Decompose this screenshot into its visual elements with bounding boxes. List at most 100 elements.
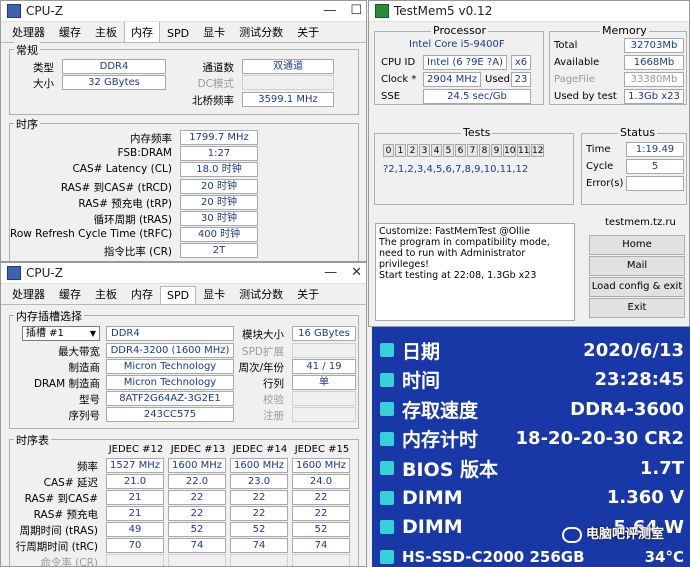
checksum-value (292, 391, 356, 406)
timing-table-group: 时序表 JEDEC #12 JEDEC #13 JEDEC #14 JEDEC #15… (9, 432, 359, 566)
size-label: 大小 (33, 78, 54, 90)
used-by-test-label: Used by test (554, 91, 617, 102)
exit-button[interactable]: Exit (589, 298, 685, 318)
group-label: 时序表 (14, 432, 51, 448)
cpu-id-label: CPU ID (381, 57, 416, 68)
table-cell: 22 (168, 506, 226, 521)
monitor-row: DIMM 1.360 V (372, 483, 690, 513)
nb-freq-value: 3599.1 MHz (242, 92, 334, 107)
testmem-window: TestMem5 v0.12 Processor Intel Core i5-9… (368, 0, 690, 327)
monitor-value: DDR4-3600 (570, 398, 684, 420)
cycle-label: Cycle (586, 161, 614, 172)
sse-label: SSE (381, 91, 401, 102)
table-cell: 22 (230, 506, 288, 521)
slot-group: 内存插槽选择 插槽 #1 ▼ DDR4 模块大小 16 GBytes 最大带宽 … (9, 308, 359, 429)
table-cell: 74 (230, 538, 288, 553)
max-bandwidth-label: 最大带宽 (58, 346, 100, 358)
minimize-button[interactable]: — (323, 3, 336, 18)
week-year-value: 41 / 19 (292, 359, 356, 374)
tab-7[interactable]: 关于 (290, 283, 326, 304)
tab-4[interactable]: SPD (160, 286, 197, 304)
timing-label: CAS# Latency (CL) (72, 163, 172, 176)
timing-value: 20 时钟 (180, 194, 258, 210)
timing-label: 内存频率 (130, 133, 172, 145)
manufacturer-value: Micron Technology (106, 359, 234, 374)
test-number: 0 (383, 144, 394, 157)
slot-select[interactable]: 插槽 #1 ▼ (22, 326, 100, 341)
table-cell: 22.0 (168, 474, 226, 489)
table-cell: 74 (168, 538, 226, 553)
disk-icon (380, 549, 394, 564)
errors-value (626, 176, 684, 191)
test-number: 10 (503, 144, 516, 157)
tab-0[interactable]: 处理器 (5, 21, 52, 42)
timing-label: RAS# 预充电 (tRP) (78, 197, 172, 210)
tab-2[interactable]: 主板 (88, 283, 124, 304)
table-cell: 1600 MHz (168, 458, 226, 473)
table-row-label: CAS# 延迟 (43, 477, 98, 489)
watermark-text: 电脑吧评测室 (586, 527, 665, 542)
tab-1[interactable]: 缓存 (52, 21, 88, 42)
memory-icon (380, 402, 394, 416)
minimize-button[interactable]: — (324, 265, 337, 280)
test-number: 4 (431, 144, 442, 157)
table-cell: 52 (168, 522, 226, 537)
status-group: Status Time 1:19.49 Cycle 5 Error(s) (581, 126, 687, 205)
mail-button[interactable]: Mail (589, 256, 685, 276)
table-cell: 22 (168, 490, 226, 505)
monitor-value: 1.360 V (606, 487, 684, 508)
cpuz-app-icon (7, 4, 21, 18)
memory-icon (380, 431, 394, 446)
home-button[interactable]: Home (589, 235, 685, 255)
monitor-value: 2020/6/13 (583, 339, 684, 361)
load-config-exit-button[interactable]: Load config & exit (589, 277, 685, 297)
week-year-label: 周次/年份 (238, 362, 284, 374)
tab-0[interactable]: 处理器 (5, 283, 52, 304)
group-label: 时序 (14, 116, 40, 132)
maximize-button[interactable]: ☐ (350, 3, 362, 18)
nb-freq-label: 北桥频率 (192, 95, 234, 107)
processor-label: Processor (431, 24, 488, 37)
group-label: 常规 (14, 42, 40, 58)
tab-5[interactable]: 显卡 (196, 283, 232, 304)
table-cell: 21 (106, 490, 164, 505)
tab-4[interactable]: SPD (160, 24, 196, 42)
clock-label: Clock * (381, 74, 417, 85)
spd-ext-value (292, 343, 356, 358)
table-cell: 23.0 (230, 474, 288, 489)
tab-6[interactable]: 测试分数 (232, 283, 290, 304)
module-type-value: DDR4 (106, 326, 234, 341)
monitor-value: 23:28:45 (594, 369, 684, 390)
chevron-down-icon: ▼ (89, 329, 96, 338)
slot-select-value: 插槽 #1 (26, 328, 64, 339)
cpuz-title-bar: CPU-Z — ✕ (1, 263, 366, 284)
monitor-row: 时间 23:28:45 (372, 365, 690, 395)
tab-3[interactable]: 内存 (124, 21, 160, 42)
tab-7[interactable]: 关于 (290, 21, 326, 42)
test-number: 1 (395, 144, 406, 157)
tab-6[interactable]: 测试分数 (232, 21, 290, 42)
test-number: 6 (455, 144, 466, 157)
timing-label: FSB:DRAM (117, 147, 172, 160)
type-value: DDR4 (62, 59, 166, 74)
tab-1[interactable]: 缓存 (52, 283, 88, 304)
tab-2[interactable]: 主板 (88, 21, 124, 42)
timing-value: 30 时钟 (180, 211, 258, 226)
timing-value: 20 时钟 (180, 178, 258, 194)
cpuz-app-icon (7, 266, 21, 280)
timing-group: 时序 内存频率 1799.7 MHz FSB:DRAM 1:27 CAS# Latenc… (9, 116, 359, 261)
monitor-label: 日期 (402, 340, 441, 363)
monitor-label: BIOS 版本 (402, 458, 499, 481)
table-row-label: 行周期时间 (tRC) (15, 541, 98, 553)
table-cell (168, 554, 226, 566)
tab-3[interactable]: 内存 (124, 283, 160, 304)
test-number: 3 (419, 144, 430, 157)
monitor-label: 时间 (402, 370, 441, 392)
table-cell: 74 (292, 538, 350, 553)
tab-5[interactable]: 显卡 (196, 21, 232, 42)
monitor-value: 34°C (644, 547, 684, 566)
dc-mode-value (242, 75, 334, 90)
close-button[interactable]: ✕ (351, 265, 362, 280)
site-link[interactable]: testmem.tz.ru (605, 217, 676, 228)
size-value: 32 GBytes (62, 75, 166, 90)
